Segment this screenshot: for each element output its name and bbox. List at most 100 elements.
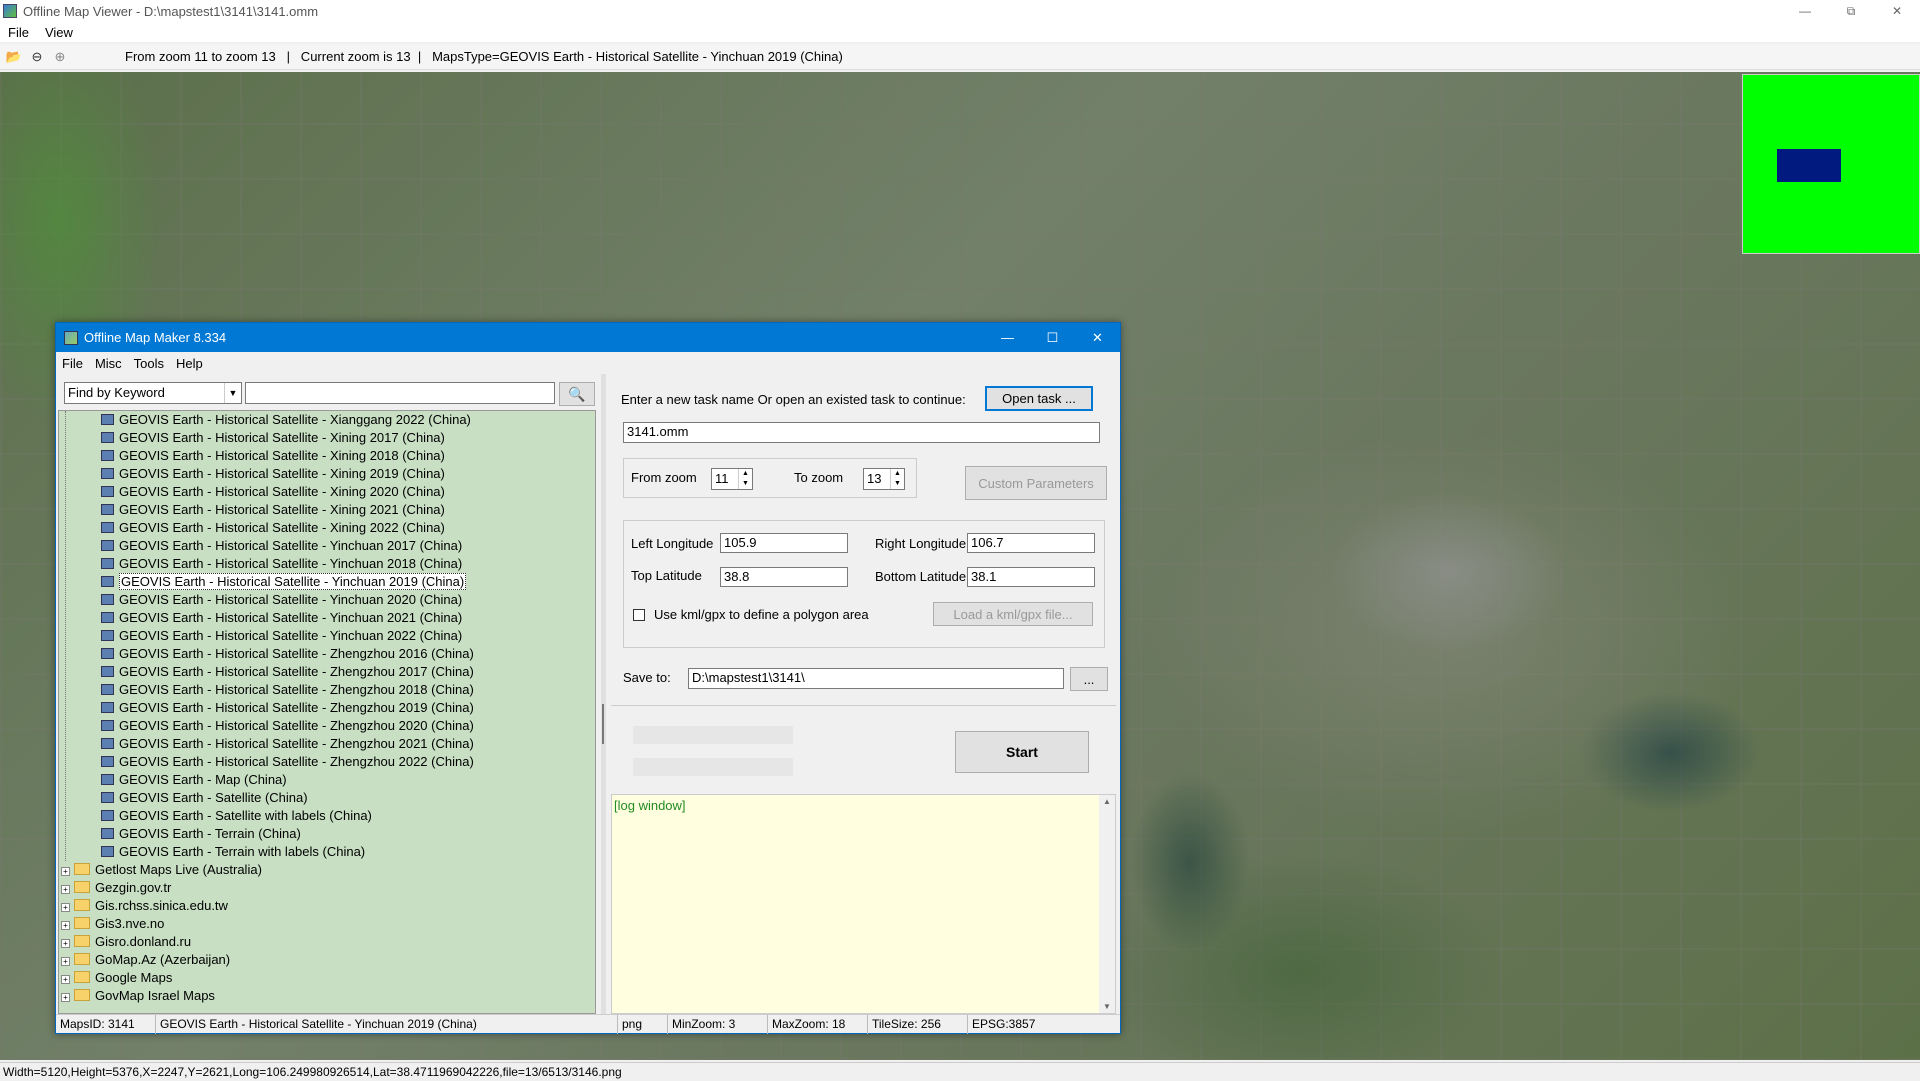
tree-folder-item[interactable]: + Gisro.donland.ru xyxy=(59,933,595,951)
expand-icon[interactable]: + xyxy=(61,939,70,948)
scroll-up-icon[interactable]: ▲ xyxy=(1103,797,1111,806)
tree-item-map-source[interactable]: GEOVIS Earth - Map (China) xyxy=(59,771,595,789)
map-layer-icon xyxy=(101,486,114,497)
save-to-input[interactable]: D:\mapstest1\3141\ xyxy=(688,668,1064,689)
tree-item-map-source[interactable]: GEOVIS Earth - Historical Satellite - Zh… xyxy=(59,645,595,663)
zoom-in-icon[interactable]: ⊕ xyxy=(51,48,69,66)
tree-item-map-source[interactable]: GEOVIS Earth - Historical Satellite - Xi… xyxy=(59,483,595,501)
log-window[interactable]: [log window] ▲ ▼ xyxy=(611,794,1116,1014)
tree-item-map-source[interactable]: GEOVIS Earth - Historical Satellite - Yi… xyxy=(59,627,595,645)
splitter-grip[interactable] xyxy=(602,704,604,744)
expand-icon[interactable]: + xyxy=(61,885,70,894)
tree-folder-item[interactable]: + GovMap Israel Maps xyxy=(59,987,595,1005)
tree-item-map-source[interactable]: GEOVIS Earth - Satellite with labels (Ch… xyxy=(59,807,595,825)
main-toolbar: 📂 ⊖ ⊕ From zoom 11 to zoom 13 | Current … xyxy=(0,44,1920,70)
open-folder-icon[interactable]: 📂 xyxy=(5,48,23,66)
restore-icon[interactable]: ⧉ xyxy=(1828,0,1874,22)
open-task-button[interactable]: Open task ... xyxy=(985,386,1093,411)
tree-item-map-source[interactable]: GEOVIS Earth - Historical Satellite - Yi… xyxy=(59,609,595,627)
tree-item-map-source[interactable]: GEOVIS Earth - Historical Satellite - Zh… xyxy=(59,753,595,771)
tree-item-map-source[interactable]: GEOVIS Earth - Historical Satellite - Zh… xyxy=(59,681,595,699)
tree-item-map-source[interactable]: GEOVIS Earth - Historical Satellite - Xi… xyxy=(59,411,595,429)
tree-item-map-source[interactable]: GEOVIS Earth - Historical Satellite - Yi… xyxy=(59,573,595,591)
tree-item-map-source[interactable]: GEOVIS Earth - Historical Satellite - Xi… xyxy=(59,501,595,519)
expand-icon[interactable]: + xyxy=(61,993,70,1002)
dialog-menu-help[interactable]: Help xyxy=(170,356,209,371)
tree-folder-label: Google Maps xyxy=(95,970,173,985)
dialog-minimize-icon[interactable]: — xyxy=(985,323,1030,352)
to-zoom-stepper[interactable]: 13 ▲ ▼ xyxy=(863,468,905,490)
status-map-name: GEOVIS Earth - Historical Satellite - Yi… xyxy=(156,1015,618,1034)
tree-folder-label: Gis.rchss.sinica.edu.tw xyxy=(95,898,228,913)
progress-bar-current xyxy=(633,758,793,776)
map-source-tree[interactable]: GEOVIS Earth - Historical Satellite - Xi… xyxy=(58,410,596,1014)
tree-item-map-source[interactable]: GEOVIS Earth - Historical Satellite - Zh… xyxy=(59,717,595,735)
spin-arrows-icon[interactable]: ▲ ▼ xyxy=(890,469,904,489)
zoom-out-icon[interactable]: ⊖ xyxy=(28,48,46,66)
tree-item-map-source[interactable]: GEOVIS Earth - Historical Satellite - Yi… xyxy=(59,555,595,573)
offline-map-maker-dialog: Offline Map Maker 8.334 — ☐ ✕ File Misc … xyxy=(55,322,1121,1034)
map-layer-icon xyxy=(101,468,114,479)
from-zoom-stepper[interactable]: 11 ▲ ▼ xyxy=(711,468,753,490)
keyword-input[interactable] xyxy=(245,382,555,404)
tree-item-map-source[interactable]: GEOVIS Earth - Terrain with labels (Chin… xyxy=(59,843,595,861)
use-kml-checkbox[interactable] xyxy=(633,609,645,621)
spin-arrows-icon[interactable]: ▲ ▼ xyxy=(738,469,752,489)
tree-item-label: GEOVIS Earth - Historical Satellite - Zh… xyxy=(119,700,474,715)
dialog-menu-file[interactable]: File xyxy=(56,356,89,371)
tree-folder-item[interactable]: + Getlost Maps Live (Australia) xyxy=(59,861,595,879)
pane-splitter[interactable] xyxy=(601,374,606,1014)
tree-item-label: GEOVIS Earth - Map (China) xyxy=(119,772,287,787)
tree-folder-item[interactable]: + Gis3.nve.no xyxy=(59,915,595,933)
dialog-maximize-icon[interactable]: ☐ xyxy=(1030,323,1075,352)
expand-icon[interactable]: + xyxy=(61,975,70,984)
dialog-app-icon xyxy=(64,330,78,345)
bottom-latitude-input[interactable]: 38.1 xyxy=(967,567,1095,587)
chevron-down-icon[interactable]: ▼ xyxy=(224,383,241,403)
tree-item-map-source[interactable]: GEOVIS Earth - Terrain (China) xyxy=(59,825,595,843)
dialog-menu-tools[interactable]: Tools xyxy=(128,356,170,371)
minimize-icon[interactable]: — xyxy=(1782,0,1828,22)
tree-item-map-source[interactable]: GEOVIS Earth - Historical Satellite - Xi… xyxy=(59,465,595,483)
status-max-zoom: MaxZoom: 18 xyxy=(768,1015,868,1034)
folder-icon xyxy=(74,935,90,947)
minimap[interactable] xyxy=(1742,74,1920,254)
tree-item-label: GEOVIS Earth - Historical Satellite - Xi… xyxy=(119,466,445,481)
tree-item-map-source[interactable]: GEOVIS Earth - Satellite (China) xyxy=(59,789,595,807)
dialog-menu-misc[interactable]: Misc xyxy=(89,356,128,371)
tree-folder-item[interactable]: + Google Maps xyxy=(59,969,595,987)
find-button[interactable]: 🔍 xyxy=(559,382,595,406)
tree-item-map-source[interactable]: GEOVIS Earth - Historical Satellite - Yi… xyxy=(59,537,595,555)
tree-item-map-source[interactable]: GEOVIS Earth - Historical Satellite - Zh… xyxy=(59,735,595,753)
browse-button[interactable]: ... xyxy=(1070,667,1108,691)
expand-icon[interactable]: + xyxy=(61,921,70,930)
expand-icon[interactable]: + xyxy=(61,903,70,912)
tree-item-map-source[interactable]: GEOVIS Earth - Historical Satellite - Zh… xyxy=(59,663,595,681)
tree-item-map-source[interactable]: GEOVIS Earth - Historical Satellite - Zh… xyxy=(59,699,595,717)
tree-folder-item[interactable]: + Gezgin.gov.tr xyxy=(59,879,595,897)
tree-item-map-source[interactable]: GEOVIS Earth - Historical Satellite - Xi… xyxy=(59,519,595,537)
load-kml-button[interactable]: Load a kml/gpx file... xyxy=(933,602,1093,626)
expand-icon[interactable]: + xyxy=(61,957,70,966)
tree-item-map-source[interactable]: GEOVIS Earth - Historical Satellite - Yi… xyxy=(59,591,595,609)
tree-item-map-source[interactable]: GEOVIS Earth - Historical Satellite - Xi… xyxy=(59,447,595,465)
task-name-input[interactable]: 3141.omm xyxy=(623,422,1100,443)
map-layer-icon xyxy=(101,666,114,677)
menu-file[interactable]: File xyxy=(0,25,37,40)
tree-item-map-source[interactable]: GEOVIS Earth - Historical Satellite - Xi… xyxy=(59,429,595,447)
menu-view[interactable]: View xyxy=(37,25,81,40)
custom-parameters-button[interactable]: Custom Parameters xyxy=(965,466,1107,500)
expand-icon[interactable]: + xyxy=(61,867,70,876)
start-button[interactable]: Start xyxy=(955,731,1089,773)
log-scrollbar[interactable]: ▲ ▼ xyxy=(1099,795,1115,1013)
left-longitude-input[interactable]: 105.9 xyxy=(720,533,848,553)
right-longitude-input[interactable]: 106.7 xyxy=(967,533,1095,553)
scroll-down-icon[interactable]: ▼ xyxy=(1103,1002,1111,1011)
top-latitude-input[interactable]: 38.8 xyxy=(720,567,848,587)
close-icon[interactable]: ✕ xyxy=(1874,0,1920,22)
dialog-close-icon[interactable]: ✕ xyxy=(1075,323,1120,352)
tree-folder-item[interactable]: + GoMap.Az (Azerbaijan) xyxy=(59,951,595,969)
minimap-viewport[interactable] xyxy=(1777,149,1841,182)
tree-folder-item[interactable]: + Gis.rchss.sinica.edu.tw xyxy=(59,897,595,915)
search-mode-select[interactable]: Find by Keyword ▼ xyxy=(64,382,242,404)
